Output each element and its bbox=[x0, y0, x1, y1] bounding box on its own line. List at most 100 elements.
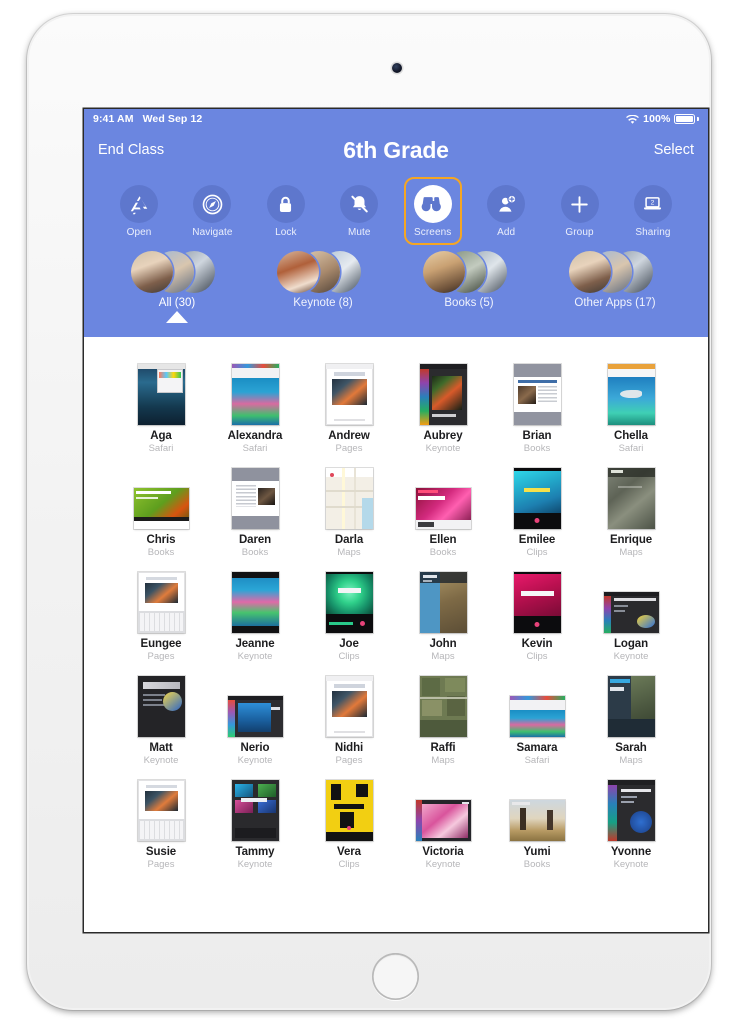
student-screen-cell[interactable]: Yumi Books bbox=[490, 775, 584, 870]
student-thumbnail[interactable] bbox=[415, 359, 471, 425]
student-screen-cell[interactable]: Nerio Keynote bbox=[208, 671, 302, 766]
student-thumbnail[interactable] bbox=[321, 463, 377, 529]
screen-preview[interactable] bbox=[509, 800, 565, 841]
student-thumbnail[interactable] bbox=[321, 359, 377, 425]
home-button[interactable] bbox=[372, 953, 419, 1000]
student-thumbnail[interactable] bbox=[603, 463, 659, 529]
student-screen-cell[interactable]: Tammy Keynote bbox=[208, 775, 302, 870]
student-screen-cell[interactable]: Daren Books bbox=[208, 463, 302, 558]
toolbar-item-lock[interactable]: Lock bbox=[257, 177, 315, 245]
screen-preview[interactable] bbox=[607, 676, 655, 737]
screen-preview[interactable] bbox=[513, 572, 561, 633]
screen-preview[interactable] bbox=[513, 468, 561, 529]
student-thumbnail[interactable] bbox=[603, 567, 659, 633]
toolbar-item-open[interactable]: Open bbox=[110, 177, 168, 245]
screen-preview[interactable] bbox=[231, 468, 279, 529]
student-thumbnail[interactable] bbox=[509, 671, 565, 737]
student-thumbnail[interactable] bbox=[133, 671, 189, 737]
student-screen-cell[interactable]: Sarah Maps bbox=[584, 671, 678, 766]
screen-preview[interactable] bbox=[137, 364, 185, 425]
student-screen-cell[interactable]: Chris Books bbox=[114, 463, 208, 558]
screen-preview[interactable] bbox=[137, 676, 185, 737]
student-thumbnail[interactable] bbox=[133, 463, 189, 529]
student-screen-cell[interactable]: Logan Keynote bbox=[584, 567, 678, 662]
screen-preview[interactable] bbox=[231, 780, 279, 841]
student-thumbnail[interactable] bbox=[321, 775, 377, 841]
student-thumbnail[interactable] bbox=[509, 359, 565, 425]
toolbar-item-group[interactable]: Group bbox=[551, 177, 609, 245]
student-thumbnail[interactable] bbox=[415, 567, 471, 633]
student-thumbnail[interactable] bbox=[133, 359, 189, 425]
student-screen-cell[interactable]: Andrew Pages bbox=[302, 359, 396, 454]
student-screen-cell[interactable]: Vera Clips bbox=[302, 775, 396, 870]
screen-preview[interactable] bbox=[137, 572, 185, 633]
student-thumbnail[interactable] bbox=[415, 775, 471, 841]
screen-preview[interactable] bbox=[231, 572, 279, 633]
screen-preview[interactable] bbox=[415, 800, 471, 841]
student-screen-cell[interactable]: Matt Keynote bbox=[114, 671, 208, 766]
group-tab-1[interactable]: Keynote (8) bbox=[250, 251, 396, 309]
screen-preview[interactable] bbox=[325, 780, 373, 841]
screen-preview[interactable] bbox=[415, 488, 471, 529]
student-thumbnail[interactable] bbox=[227, 775, 283, 841]
screen-preview[interactable] bbox=[419, 364, 467, 425]
student-screen-cell[interactable]: Joe Clips bbox=[302, 567, 396, 662]
student-screen-cell[interactable]: Alexandra Safari bbox=[208, 359, 302, 454]
end-class-button[interactable]: End Class bbox=[98, 142, 164, 158]
student-screen-cell[interactable]: Victoria Keynote bbox=[396, 775, 490, 870]
student-thumbnail[interactable] bbox=[227, 359, 283, 425]
screen-preview[interactable] bbox=[137, 780, 185, 841]
student-thumbnail[interactable] bbox=[603, 359, 659, 425]
student-screen-cell[interactable]: Ellen Books bbox=[396, 463, 490, 558]
student-thumbnail[interactable] bbox=[509, 567, 565, 633]
student-thumbnail[interactable] bbox=[415, 671, 471, 737]
screen-preview[interactable] bbox=[325, 572, 373, 633]
student-screen-cell[interactable]: Brian Books bbox=[490, 359, 584, 454]
student-screen-cell[interactable]: Darla Maps bbox=[302, 463, 396, 558]
student-thumbnail[interactable] bbox=[415, 463, 471, 529]
student-thumbnail[interactable] bbox=[603, 775, 659, 841]
student-screen-cell[interactable]: Emilee Clips bbox=[490, 463, 584, 558]
student-screen-cell[interactable]: Jeanne Keynote bbox=[208, 567, 302, 662]
student-thumbnail[interactable] bbox=[227, 567, 283, 633]
student-thumbnail[interactable] bbox=[321, 671, 377, 737]
screen-preview[interactable] bbox=[133, 488, 189, 529]
toolbar-item-screens[interactable]: Screens bbox=[403, 177, 462, 245]
student-screen-cell[interactable]: Nidhi Pages bbox=[302, 671, 396, 766]
screen-preview[interactable] bbox=[325, 676, 373, 737]
student-thumbnail[interactable] bbox=[227, 671, 283, 737]
screen-preview[interactable] bbox=[509, 696, 565, 737]
screen-preview[interactable] bbox=[227, 696, 283, 737]
toolbar-item-mute[interactable]: Mute bbox=[330, 177, 388, 245]
student-thumbnail[interactable] bbox=[603, 671, 659, 737]
student-thumbnail[interactable] bbox=[509, 775, 565, 841]
student-thumbnail[interactable] bbox=[227, 463, 283, 529]
screen-preview[interactable] bbox=[513, 364, 561, 425]
student-screen-cell[interactable]: Raffi Maps bbox=[396, 671, 490, 766]
student-screen-cell[interactable]: Aubrey Keynote bbox=[396, 359, 490, 454]
screen-preview[interactable] bbox=[325, 364, 373, 425]
toolbar-item-navigate[interactable]: Navigate bbox=[183, 177, 241, 245]
screen-preview[interactable] bbox=[607, 364, 655, 425]
student-screen-cell[interactable]: Eungee Pages bbox=[114, 567, 208, 662]
screen-preview[interactable] bbox=[607, 468, 655, 529]
student-screen-cell[interactable]: Yvonne Keynote bbox=[584, 775, 678, 870]
screen-preview[interactable] bbox=[231, 364, 279, 425]
screen-preview[interactable] bbox=[603, 592, 659, 633]
group-tab-0[interactable]: All (30) bbox=[104, 251, 250, 323]
student-screen-cell[interactable]: John Maps bbox=[396, 567, 490, 662]
group-tab-3[interactable]: Other Apps (17) bbox=[542, 251, 688, 309]
student-thumbnail[interactable] bbox=[321, 567, 377, 633]
screen-preview[interactable] bbox=[419, 572, 467, 633]
student-screen-cell[interactable]: Enrique Maps bbox=[584, 463, 678, 558]
student-screen-cell[interactable]: Samara Safari bbox=[490, 671, 584, 766]
select-button[interactable]: Select bbox=[654, 142, 694, 158]
screen-preview[interactable] bbox=[419, 676, 467, 737]
student-thumbnail[interactable] bbox=[509, 463, 565, 529]
toolbar-item-sharing[interactable]: 2 Sharing bbox=[624, 177, 682, 245]
student-screen-cell[interactable]: Susie Pages bbox=[114, 775, 208, 870]
student-screen-cell[interactable]: Chella Safari bbox=[584, 359, 678, 454]
student-thumbnail[interactable] bbox=[133, 567, 189, 633]
screen-preview[interactable] bbox=[607, 780, 655, 841]
group-tab-2[interactable]: Books (5) bbox=[396, 251, 542, 309]
